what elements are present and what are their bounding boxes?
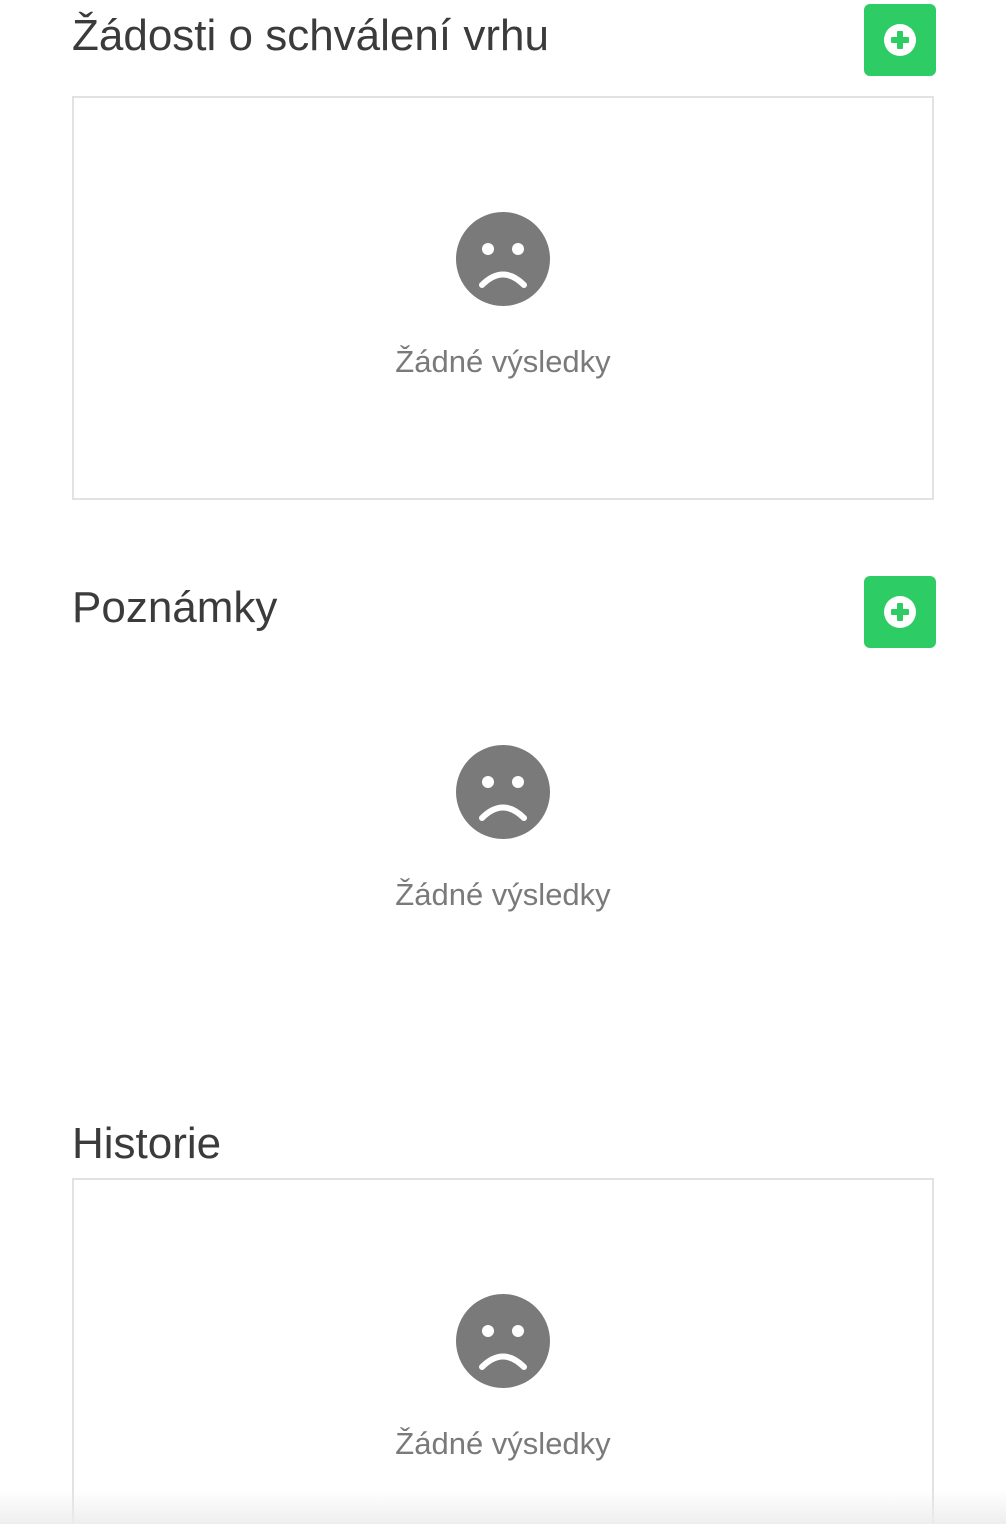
plus-circle-icon [884, 24, 916, 56]
notes-section-title: Poznámky [72, 583, 278, 632]
history-empty-state: Žádné výsledky [74, 1294, 932, 1462]
approvals-empty-state: Žádné výsledky [74, 212, 932, 380]
add-approval-request-button[interactable] [864, 4, 936, 76]
approvals-section-title: Žádosti o schválení vrhu [72, 11, 549, 60]
history-panel: Žádné výsledky [72, 1178, 934, 1524]
empty-results-text: Žádné výsledky [395, 344, 611, 379]
add-note-button[interactable] [864, 576, 936, 648]
empty-results-text: Žádné výsledky [395, 1426, 611, 1461]
empty-results-text: Žádné výsledky [395, 877, 611, 912]
sad-face-icon [456, 1294, 550, 1388]
sad-face-icon [456, 745, 550, 839]
history-section-title: Historie [72, 1119, 222, 1168]
notes-empty-state: Žádné výsledky [72, 745, 934, 913]
sad-face-icon [456, 212, 550, 306]
plus-circle-icon [884, 596, 916, 628]
approvals-panel: Žádné výsledky [72, 96, 934, 500]
notes-panel: Žádné výsledky [72, 668, 934, 968]
